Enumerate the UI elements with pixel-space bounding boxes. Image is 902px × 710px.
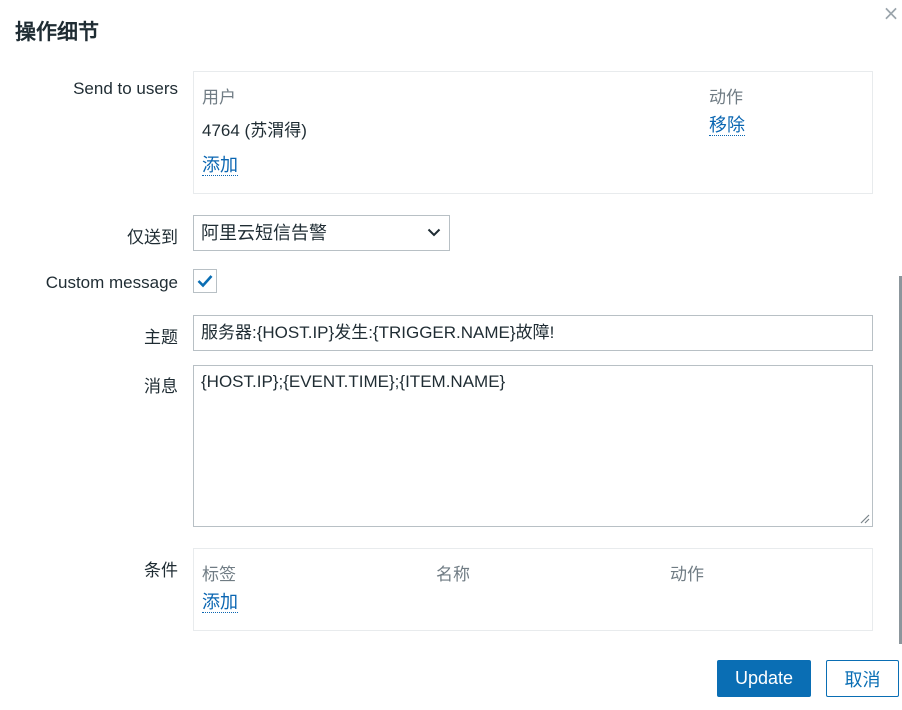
- custom-message-checkbox[interactable]: [193, 269, 217, 293]
- update-button[interactable]: Update: [717, 660, 811, 697]
- send-only-to-select[interactable]: 阿里云短信告警: [193, 215, 450, 251]
- column-header-action: 动作: [670, 565, 704, 584]
- dialog-title: 操作细节: [15, 21, 99, 44]
- chevron-down-icon: [427, 228, 441, 237]
- send-only-to-label: 仅送到: [127, 228, 178, 247]
- custom-message-label: Custom message: [45, 273, 178, 292]
- checkmark-icon: [197, 275, 213, 288]
- close-icon[interactable]: ×: [880, 2, 902, 24]
- remove-user-link[interactable]: 移除: [709, 115, 745, 136]
- column-header-user: 用户: [202, 88, 236, 107]
- send-to-users-table: 用户 动作 4764 (苏渭得) 移除 添加: [193, 71, 873, 194]
- cancel-button[interactable]: 取消: [826, 660, 899, 697]
- column-header-name: 名称: [436, 565, 470, 584]
- resize-handle-icon[interactable]: [858, 512, 870, 524]
- column-header-tag: 标签: [202, 565, 236, 584]
- subject-input[interactable]: 服务器:{HOST.IP}发生:{TRIGGER.NAME}故障!: [193, 315, 873, 351]
- subject-label: 主题: [144, 328, 178, 347]
- message-textarea[interactable]: {HOST.IP};{EVENT.TIME};{ITEM.NAME}: [193, 365, 873, 527]
- message-label: 消息: [144, 377, 178, 396]
- send-only-to-value: 阿里云短信告警: [201, 223, 327, 243]
- operation-details-dialog: 操作细节 × Send to users 用户 动作 4764 (苏渭得) 移除…: [0, 0, 902, 710]
- conditions-label: 条件: [144, 561, 178, 580]
- add-user-link[interactable]: 添加: [202, 155, 238, 176]
- column-header-action: 动作: [709, 88, 743, 107]
- send-to-users-label: Send to users: [73, 79, 178, 98]
- message-text: {HOST.IP};{EVENT.TIME};{ITEM.NAME}: [201, 372, 506, 391]
- user-cell: 4764 (苏渭得): [202, 121, 307, 140]
- add-condition-link[interactable]: 添加: [202, 592, 238, 613]
- conditions-table: 标签 名称 动作 添加: [193, 548, 873, 631]
